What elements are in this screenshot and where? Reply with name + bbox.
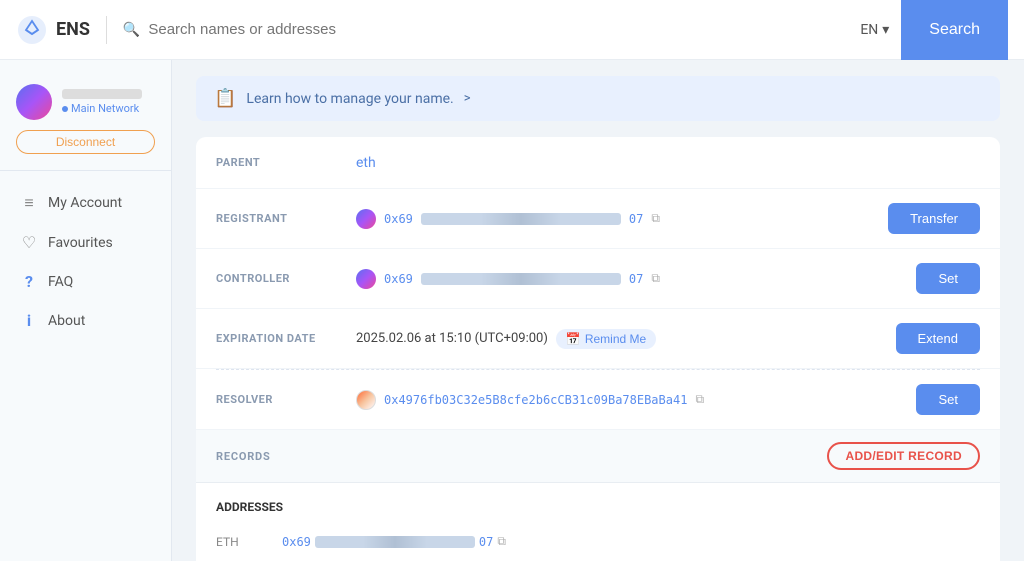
controller-row: CONTROLLER 0x69 07 ⧉ Set <box>196 249 1000 309</box>
sidebar-item-label: FAQ <box>48 274 73 290</box>
search-button[interactable]: Search <box>901 0 1008 60</box>
search-icon: 🔍 <box>123 22 140 38</box>
registrant-copy-icon[interactable]: ⧉ <box>651 211 660 226</box>
network-label: Main Network <box>62 102 142 115</box>
addresses-title: ADDRESSES <box>216 500 283 514</box>
controller-address-start: 0x69 <box>384 272 413 286</box>
lang-chevron-icon: ▾ <box>882 22 889 38</box>
records-section-label: RECORDS <box>216 450 271 463</box>
info-icon: 📋 <box>214 88 236 109</box>
header: ENS 🔍 EN ▾ Search <box>0 0 1024 60</box>
lang-label: EN <box>860 22 878 38</box>
extend-button[interactable]: Extend <box>896 323 980 354</box>
add-edit-record-button[interactable]: ADD/EDIT RECORD <box>827 442 980 470</box>
faq-icon: ? <box>20 272 38 291</box>
controller-label: CONTROLLER <box>216 272 356 285</box>
remind-me-button[interactable]: 📅 Remind Me <box>556 329 656 349</box>
eth-coin-label: ETH <box>216 535 266 549</box>
main-layout: Main Network Disconnect ≡ My Account ♡ F… <box>0 60 1024 561</box>
eth-address-value: 0x69 07 ⧉ <box>282 534 506 549</box>
sidebar-item-label: About <box>48 313 85 329</box>
set-resolver-button[interactable]: Set <box>916 384 980 415</box>
sidebar-item-about[interactable]: i About <box>0 301 171 340</box>
registrant-address-start: 0x69 <box>384 212 413 226</box>
registrant-row: REGISTRANT 0x69 07 ⧉ Transfer <box>196 189 1000 249</box>
header-divider <box>106 16 107 44</box>
addresses-header-row: ADDRESSES <box>216 495 980 529</box>
sidebar-item-label: My Account <box>48 195 122 211</box>
search-input[interactable] <box>148 21 860 38</box>
registrant-avatar <box>356 209 376 229</box>
btc-address-row: BTC Not set <box>216 554 980 561</box>
resolver-icon <box>356 390 376 410</box>
my-account-icon: ≡ <box>20 193 38 213</box>
controller-value: 0x69 07 ⧉ <box>356 269 916 289</box>
account-name-placeholder <box>62 89 142 99</box>
expiration-label: EXPIRATION DATE <box>216 332 356 345</box>
sidebar: Main Network Disconnect ≡ My Account ♡ F… <box>0 60 172 561</box>
resolver-copy-icon[interactable]: ⧉ <box>695 392 704 407</box>
controller-address-blurred <box>421 273 621 285</box>
sidebar-item-faq[interactable]: ? FAQ <box>0 262 171 301</box>
lang-selector[interactable]: EN ▾ <box>860 22 889 38</box>
addresses-section: ADDRESSES ETH 0x69 07 ⧉ BTC Not set <box>196 483 1000 561</box>
remind-label: Remind Me <box>585 332 646 346</box>
sidebar-item-my-account[interactable]: ≡ My Account <box>0 183 171 223</box>
logo-text: ENS <box>56 19 90 40</box>
expiration-value: 2025.02.06 at 15:10 (UTC+09:00) 📅 Remind… <box>356 329 896 349</box>
ens-logo-icon <box>16 14 48 46</box>
resolver-address: 0x4976fb03C32e5B8cfe2b6cCB31c09Ba78EBaBa… <box>384 393 687 407</box>
controller-address-end: 07 <box>629 272 643 286</box>
expiration-date-text: 2025.02.06 at 15:10 (UTC+09:00) <box>356 331 548 346</box>
eth-address-blurred <box>315 536 475 548</box>
main-content: 📋 Learn how to manage your name. > PAREN… <box>172 60 1024 561</box>
resolver-label: RESOLVER <box>216 393 356 406</box>
banner-text: Learn how to manage your name. <box>246 91 453 107</box>
sidebar-item-favourites[interactable]: ♡ Favourites <box>0 223 171 262</box>
account-section: Main Network Disconnect <box>0 76 171 171</box>
disconnect-button[interactable]: Disconnect <box>16 130 155 154</box>
network-dot-icon <box>62 106 68 112</box>
logo: ENS <box>16 14 90 46</box>
about-icon: i <box>20 311 38 330</box>
eth-address-row: ETH 0x69 07 ⧉ <box>216 529 980 554</box>
registrant-label: REGISTRANT <box>216 212 356 225</box>
details-card: PARENT eth REGISTRANT 0x69 07 ⧉ Transfer <box>196 137 1000 561</box>
sidebar-nav: ≡ My Account ♡ Favourites ? FAQ i About <box>0 183 171 340</box>
parent-row: PARENT eth <box>196 137 1000 189</box>
parent-value: eth <box>356 155 980 171</box>
registrant-address-end: 07 <box>629 212 643 226</box>
info-banner: 📋 Learn how to manage your name. > <box>196 76 1000 121</box>
expiration-row: EXPIRATION DATE 2025.02.06 at 15:10 (UTC… <box>196 309 1000 369</box>
records-header: RECORDS ADD/EDIT RECORD <box>196 430 1000 483</box>
eth-copy-icon[interactable]: ⧉ <box>497 534 506 549</box>
avatar <box>16 84 52 120</box>
favourites-icon: ♡ <box>20 233 38 252</box>
resolver-row: RESOLVER 0x4976fb03C32e5B8cfe2b6cCB31c09… <box>196 370 1000 430</box>
sidebar-item-label: Favourites <box>48 235 113 251</box>
registrant-address-blurred <box>421 213 621 225</box>
parent-eth-link[interactable]: eth <box>356 155 376 171</box>
registrant-value: 0x69 07 ⧉ <box>356 209 888 229</box>
set-controller-button[interactable]: Set <box>916 263 980 294</box>
controller-avatar <box>356 269 376 289</box>
account-avatar-row: Main Network <box>16 84 155 120</box>
calendar-icon: 📅 <box>566 332 581 346</box>
parent-label: PARENT <box>216 156 356 169</box>
search-bar: 🔍 <box>123 21 860 38</box>
transfer-button[interactable]: Transfer <box>888 203 980 234</box>
controller-copy-icon[interactable]: ⧉ <box>651 271 660 286</box>
resolver-value: 0x4976fb03C32e5B8cfe2b6cCB31c09Ba78EBaBa… <box>356 390 916 410</box>
account-info: Main Network <box>62 89 142 115</box>
banner-arrow-icon: > <box>464 91 471 106</box>
